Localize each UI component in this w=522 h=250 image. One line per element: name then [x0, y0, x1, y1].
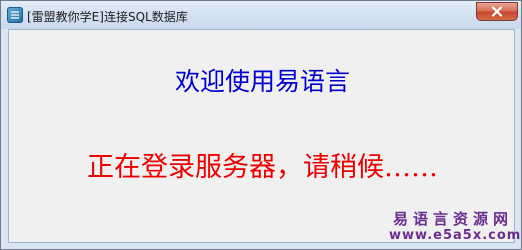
close-button[interactable]	[476, 2, 518, 21]
title-bar[interactable]: [雷盟教你学E]连接SQL数据库	[1, 1, 521, 29]
application-window: [雷盟教你学E]连接SQL数据库 欢迎使用易语言 正在登录服务器，请稍候…… 易…	[0, 0, 522, 250]
close-icon	[491, 6, 503, 17]
watermark-name: 易语言资源网	[392, 210, 513, 228]
app-icon[interactable]	[7, 7, 23, 23]
site-watermark: 易语言资源网 www.e5a5x.com	[389, 210, 522, 244]
window-title: [雷盟教你学E]连接SQL数据库	[27, 10, 188, 24]
watermark-url: www.e5a5x.com	[389, 228, 522, 243]
login-status-label: 正在登录服务器，请稍候……	[87, 152, 438, 183]
form-client-area: 欢迎使用易语言 正在登录服务器，请稍候…… 易语言资源网 www.e5a5x.c…	[8, 29, 522, 244]
welcome-label: 欢迎使用易语言	[174, 67, 350, 96]
